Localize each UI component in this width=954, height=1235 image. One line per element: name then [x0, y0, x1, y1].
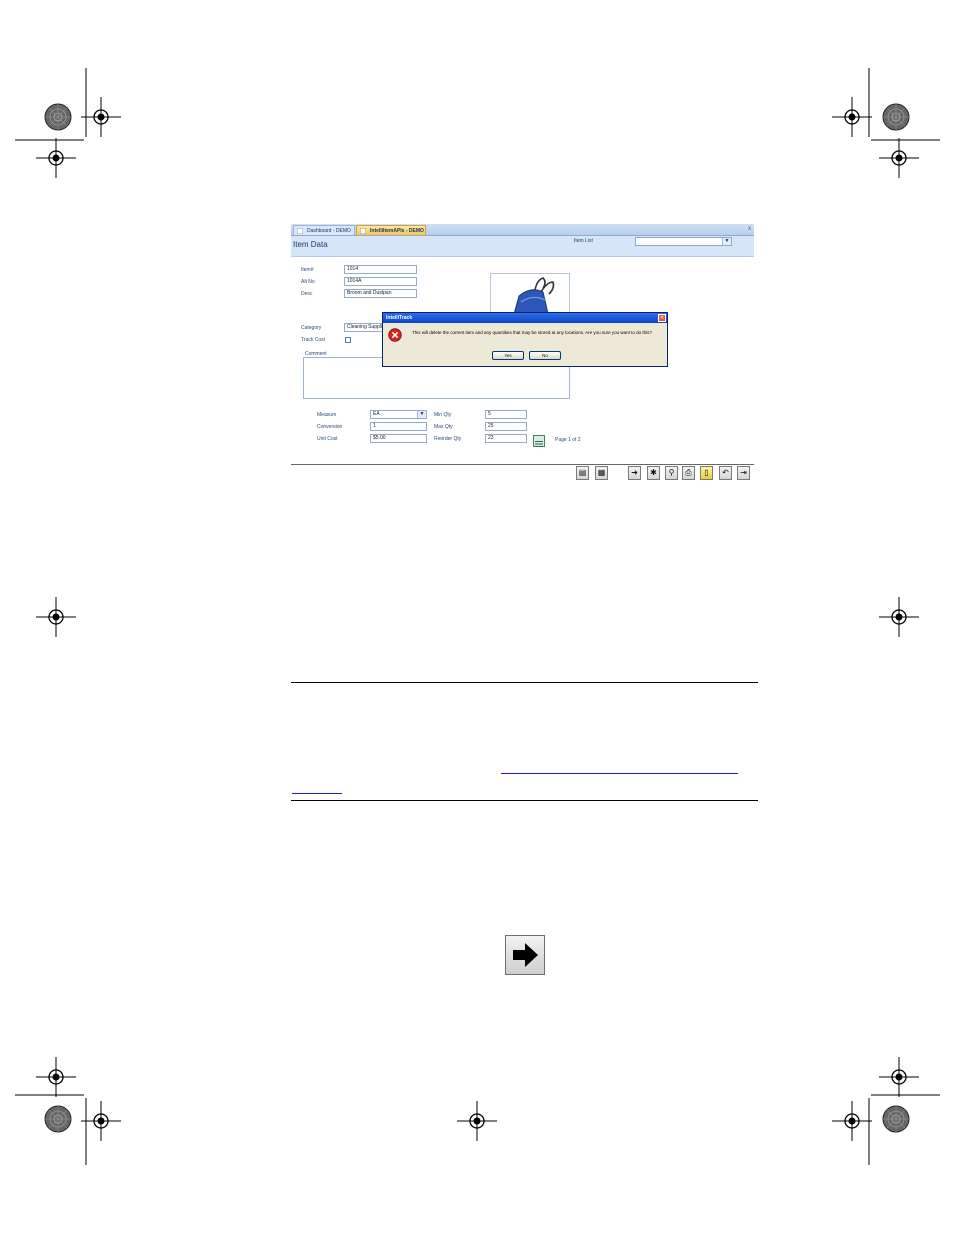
toolbar-divider	[291, 464, 754, 465]
exit-button[interactable]: ⇥	[737, 466, 750, 480]
unit-cost-label: Unit Cost	[317, 436, 338, 442]
alt-no-field[interactable]: 1014A	[344, 277, 417, 286]
comment-label: Comment	[304, 351, 328, 357]
item-list-select[interactable]: ▼	[635, 237, 732, 246]
tab-strip: Dashboard - DEMO IntelliItemAPIs - DEMO …	[291, 224, 754, 236]
item-number-field[interactable]: 1014	[344, 265, 417, 274]
print-icon: ⎙	[685, 468, 692, 477]
yes-button[interactable]: Yes	[492, 351, 524, 360]
find-button[interactable]: ⚲	[665, 466, 678, 480]
form-header: Item Data Item List ▼	[291, 236, 754, 257]
min-qty-field[interactable]: 5	[485, 410, 527, 419]
registration-marks	[15, 68, 940, 1165]
registration-cross-icon	[80, 96, 122, 138]
copy-record-icon: ▤	[578, 468, 587, 477]
track-cost-label: Track Cost	[301, 337, 325, 343]
close-icon[interactable]: ✕	[658, 314, 666, 322]
measure-select[interactable]: EA ▼	[370, 410, 427, 419]
copy-record-button[interactable]: ▤	[576, 466, 589, 480]
next-button[interactable]: ➜	[628, 466, 641, 480]
category-label: Category	[301, 325, 322, 331]
max-qty-field[interactable]: 25	[485, 422, 527, 431]
track-cost-checkbox[interactable]	[345, 337, 351, 343]
find-icon: ⚲	[668, 468, 675, 477]
chevron-down-icon[interactable]: ▼	[722, 238, 731, 245]
reorder-qty-field[interactable]: 23	[485, 434, 527, 443]
list-icon	[535, 441, 543, 447]
reorder-qty-label: Reorder Qty	[434, 436, 462, 442]
delete-button[interactable]: ▯	[700, 466, 713, 480]
measure-label: Measure	[317, 412, 337, 418]
chevron-down-icon[interactable]: ▼	[417, 411, 426, 418]
no-button[interactable]: No	[529, 351, 561, 360]
tab-label: IntelliItemAPIs - DEMO	[370, 228, 424, 234]
next-arrow-icon	[513, 943, 538, 967]
registration-star-icon	[882, 1105, 910, 1133]
tab-label: Dashboard - DEMO	[307, 228, 351, 234]
hyperlink-underline[interactable]	[501, 773, 738, 774]
conversion-field[interactable]: 1	[370, 422, 427, 431]
registration-cross-icon	[831, 96, 873, 138]
exit-icon: ⇥	[740, 468, 747, 477]
note-top-rule	[291, 682, 758, 683]
registration-cross-icon	[35, 596, 77, 638]
page-title: Item Data	[293, 240, 328, 249]
alt-no-label: Alt No	[301, 279, 315, 285]
next-arrow-icon: ➜	[631, 468, 638, 477]
tab-dashboard[interactable]: Dashboard - DEMO	[293, 225, 355, 235]
registration-cross-icon	[878, 1056, 920, 1098]
note-bottom-rule	[291, 800, 758, 801]
hyperlink-underline[interactable]	[292, 793, 342, 794]
dialog-title: IntelliTrack	[383, 313, 667, 323]
registration-cross-icon	[80, 1100, 122, 1142]
print-button[interactable]: ⎙	[682, 466, 695, 480]
item-data-screenshot: Dashboard - DEMO IntelliItemAPIs - DEMO …	[291, 224, 754, 485]
close-icon[interactable]: x	[748, 225, 751, 234]
error-icon	[388, 328, 402, 342]
registration-cross-icon	[878, 596, 920, 638]
tab-item-apis[interactable]: IntelliItemAPIs - DEMO	[356, 225, 426, 235]
registration-cross-icon	[831, 1100, 873, 1142]
new-record-button[interactable]: ✱	[647, 466, 660, 480]
registration-star-icon	[44, 103, 72, 131]
page-toggle-button[interactable]	[533, 435, 545, 447]
max-qty-label: Max Qty	[434, 424, 453, 430]
form-icon	[297, 228, 303, 234]
item-number-label: Item#	[301, 267, 314, 273]
desc-field[interactable]: Broom and Dustpan	[344, 289, 417, 298]
form-icon	[360, 228, 366, 234]
dialog-message: This will delete the current item and an…	[412, 330, 652, 335]
calculator-button[interactable]: ▦	[595, 466, 608, 480]
item-list-label: Item List	[574, 238, 593, 244]
min-qty-label: Min Qty	[434, 412, 452, 418]
desc-label: Desc	[301, 291, 313, 297]
registration-cross-icon	[878, 137, 920, 179]
registration-cross-icon	[35, 1056, 77, 1098]
registration-star-icon	[882, 103, 910, 131]
delete-icon: ▯	[704, 468, 709, 477]
delete-confirm-dialog: IntelliTrack ✕ This will delete the curr…	[382, 312, 668, 367]
new-record-icon: ✱	[650, 468, 657, 477]
calculator-icon: ▦	[597, 468, 606, 477]
page-indicator: Page 1 of 2	[555, 437, 581, 443]
next-button-illustration	[505, 935, 545, 975]
registration-cross-icon	[35, 137, 77, 179]
undo-button[interactable]: ↶	[719, 466, 732, 480]
conversion-label: Conversion	[317, 424, 343, 430]
measure-value: EA	[373, 411, 380, 417]
unit-cost-field[interactable]: $5.00	[370, 434, 427, 443]
registration-star-icon	[44, 1105, 72, 1133]
undo-icon: ↶	[722, 468, 729, 477]
registration-cross-icon	[456, 1100, 498, 1142]
